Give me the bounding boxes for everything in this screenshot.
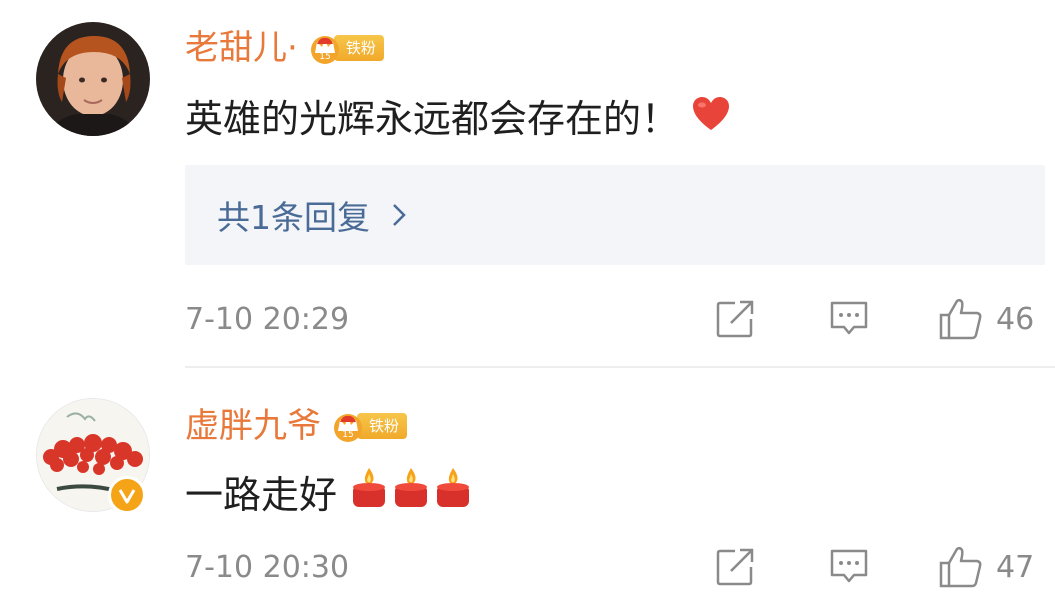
avatar[interactable] (36, 22, 150, 136)
timestamp: 7-10 20:29 (185, 301, 350, 337)
like-button[interactable]: 46 (938, 297, 1034, 341)
share-button[interactable] (715, 299, 757, 339)
comment-button[interactable] (828, 299, 870, 339)
comment-item: 虚胖九爷 15 铁粉 一路走好 7-10 20:30 47 (0, 366, 1055, 594)
like-count: 47 (996, 549, 1035, 585)
comment-header: 虚胖九爷 15 铁粉 (185, 402, 408, 450)
comment-text-content: 英雄的光辉永远都会存在的！ (185, 97, 680, 141)
verified-badge-icon (108, 476, 146, 514)
crown-icon: 15 (334, 414, 362, 442)
thumbs-up-icon (939, 298, 982, 340)
comment-footer: 7-10 20:30 47 (185, 542, 1055, 592)
view-replies-link[interactable]: 共1条回复 (217, 191, 406, 239)
comment-text-content: 一路走好 (185, 472, 338, 517)
thumbs-up-icon (939, 546, 982, 588)
share-icon (716, 300, 754, 338)
candle-emoji (349, 466, 473, 523)
heart-emoji (691, 93, 731, 145)
comment-text: 一路走好 (185, 466, 473, 523)
svg-text:15: 15 (342, 430, 353, 440)
username[interactable]: 老甜儿· (185, 24, 298, 72)
comment-text: 英雄的光辉永远都会存在的！ (185, 93, 731, 145)
comment-header: 老甜儿· 15 铁粉 (185, 24, 384, 72)
view-replies-label: 共1条回复 (217, 198, 370, 237)
timestamp: 7-10 20:30 (185, 549, 350, 585)
fan-badge[interactable]: 15 铁粉 (308, 33, 384, 64)
reply-box[interactable]: 共1条回复 (185, 165, 1045, 265)
like-button[interactable]: 47 (938, 545, 1034, 589)
share-icon (716, 548, 754, 586)
username[interactable]: 虚胖九爷 (185, 402, 321, 450)
fan-badge[interactable]: 15 铁粉 (331, 411, 408, 442)
crown-icon: 15 (310, 36, 339, 64)
share-button[interactable] (715, 547, 757, 587)
comment-item: 老甜儿· 15 铁粉 英雄的光辉永远都会存在的！ 共1条回复 7-10 20:2… (0, 0, 1055, 366)
comment-icon (830, 301, 868, 335)
comment-button[interactable] (828, 547, 870, 587)
svg-text:15: 15 (319, 52, 330, 62)
comment-icon (830, 549, 868, 583)
like-count: 46 (996, 301, 1035, 337)
comment-footer: 7-10 20:29 46 (185, 294, 1055, 344)
chevron-right-icon (393, 204, 406, 226)
